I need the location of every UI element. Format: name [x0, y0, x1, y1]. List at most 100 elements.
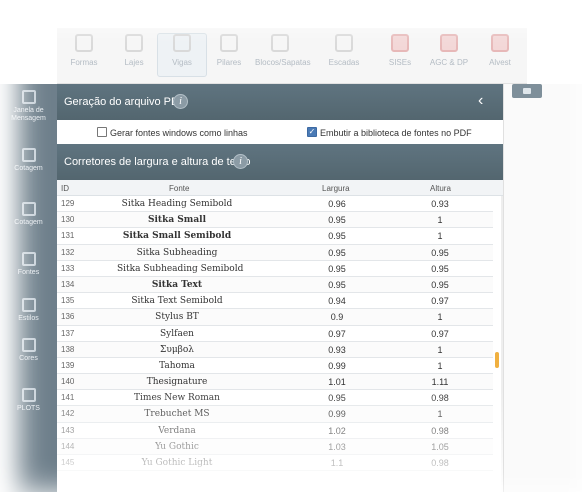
- toolbar-item-alvest[interactable]: Alvest: [475, 34, 525, 67]
- table-row[interactable]: 138 Συμβολ 0.93 1: [57, 341, 493, 358]
- toolbar-item-lajes[interactable]: Lajes: [109, 34, 159, 67]
- scrollbar[interactable]: [501, 196, 503, 492]
- table-row[interactable]: 145 Yu Gothic Light 1.1 0.98: [57, 455, 493, 472]
- cell-height[interactable]: 0.97: [410, 296, 470, 306]
- rail-item-5[interactable]: Cores: [0, 338, 57, 363]
- info-icon[interactable]: i: [233, 154, 248, 169]
- table-row[interactable]: 134 Sitka Text 0.95 0.95: [57, 276, 493, 294]
- cell-width[interactable]: 0.95: [307, 231, 367, 241]
- cell-id: 138: [61, 344, 75, 354]
- cell-width[interactable]: 1.02: [307, 426, 367, 436]
- col-id[interactable]: ID: [61, 184, 69, 193]
- cell-id: 141: [61, 393, 75, 403]
- table-row[interactable]: 142 Trebuchet MS 0.99 1: [57, 406, 493, 423]
- toolbar-item-sises[interactable]: SISEs: [375, 34, 425, 67]
- cell-height[interactable]: 1: [410, 312, 470, 322]
- toolbar-item-formas[interactable]: Formas: [59, 34, 109, 67]
- cell-width[interactable]: 1.01: [307, 377, 367, 387]
- cell-height[interactable]: 0.97: [410, 329, 470, 339]
- cell-width[interactable]: 0.99: [307, 361, 367, 371]
- collapse-icon[interactable]: ‹: [478, 92, 483, 110]
- cell-height[interactable]: 1: [410, 215, 470, 225]
- cell-width[interactable]: 0.96: [307, 199, 367, 209]
- pdf-section-header[interactable]: Geração do arquivo PDF i ‹: [57, 84, 503, 120]
- toolbar-item-label: SISEs: [388, 58, 412, 67]
- info-icon[interactable]: i: [173, 94, 188, 109]
- correctors-section-header[interactable]: Corretores de largura e altura de texto …: [57, 144, 503, 180]
- panel-tab-icon[interactable]: [512, 84, 542, 98]
- cell-id: 129: [61, 199, 75, 208]
- cell-height[interactable]: 0.95: [410, 248, 470, 258]
- toolbar-item-blocos-sapatas[interactable]: Blocos/Sapatas: [255, 34, 311, 67]
- cell-width[interactable]: 0.95: [307, 264, 367, 274]
- cell-width[interactable]: 0.9: [307, 312, 367, 322]
- cell-font: Sitka Subheading: [136, 247, 218, 258]
- cell-font: Sitka Text Semibold: [131, 296, 223, 307]
- table-row[interactable]: 132 Sitka Subheading 0.95 0.95: [57, 244, 493, 261]
- cell-height[interactable]: 0.98: [410, 393, 470, 403]
- cell-height[interactable]: 1: [410, 409, 470, 419]
- cell-height[interactable]: 1: [410, 345, 470, 355]
- table-row[interactable]: 143 Verdana 1.02 0.98: [57, 423, 493, 439]
- table-row[interactable]: 137 Sylfaen 0.97 0.97: [57, 326, 493, 342]
- cell-width[interactable]: 1.03: [307, 442, 367, 452]
- embed-fonts-checkbox-label[interactable]: Embutir a biblioteca de fontes no PDF: [320, 128, 472, 138]
- cell-width[interactable]: 0.94: [307, 296, 367, 306]
- cell-width[interactable]: 1.1: [307, 458, 367, 468]
- cell-font: Sitka Small: [148, 215, 206, 226]
- table-row[interactable]: 131 Sitka Small Semibold 0.95 1: [57, 228, 493, 245]
- cell-font: Yu Gothic Light: [141, 458, 213, 468]
- cell-width[interactable]: 0.95: [307, 248, 367, 258]
- cell-id: 133: [61, 263, 75, 273]
- cell-height[interactable]: 0.98: [410, 426, 470, 436]
- rail-item-label: Cores: [19, 355, 38, 362]
- rail-item-1[interactable]: Cotagem: [0, 148, 57, 173]
- cell-font: Sitka Subheading Semibold: [117, 263, 244, 274]
- table-row[interactable]: 136 Stylus BT 0.9 1: [57, 309, 493, 326]
- table-row[interactable]: 130 Sitka Small 0.95 1: [57, 212, 493, 229]
- col-font[interactable]: Fonte: [169, 184, 189, 193]
- table-row[interactable]: 139 Tahoma 0.99 1: [57, 358, 493, 375]
- embed-fonts-checkbox[interactable]: ✓: [307, 127, 317, 137]
- cell-height[interactable]: 0.98: [410, 458, 470, 468]
- font-corrections-table: 129 Sitka Heading Semibold 0.96 0.93 130 Sitk…: [57, 196, 503, 492]
- cell-width[interactable]: 0.97: [307, 329, 367, 339]
- table-row[interactable]: 144 Yu Gothic 1.03 1.05: [57, 438, 493, 455]
- table-row[interactable]: 129 Sitka Heading Semibold 0.96 0.93: [57, 196, 493, 213]
- table-row[interactable]: 135 Sitka Text Semibold 0.94 0.97: [57, 293, 493, 310]
- lines-checkbox-label[interactable]: Gerar fontes windows como linhas: [110, 128, 248, 138]
- rail-item-6[interactable]: PLOTS: [0, 388, 57, 413]
- toolbar-item-escadas[interactable]: Escadas: [319, 34, 369, 67]
- rail-item-0[interactable]: Janela de Mensagem: [0, 90, 57, 123]
- col-height[interactable]: Altura: [430, 184, 451, 193]
- cell-width[interactable]: 0.95: [307, 215, 367, 225]
- cell-height[interactable]: 1.05: [410, 442, 470, 452]
- cell-height[interactable]: 0.95: [410, 280, 470, 290]
- cell-font: Sitka Small Semibold: [122, 231, 232, 242]
- rail-item-2[interactable]: Cotagem: [0, 202, 57, 227]
- cell-height[interactable]: 0.95: [410, 264, 470, 274]
- toolbar-item-label: AGC & DP: [429, 58, 469, 67]
- cell-height[interactable]: 1: [410, 231, 470, 241]
- table-row[interactable]: 141 Times New Roman 0.95 0.98: [57, 390, 493, 407]
- scrollbar-thumb[interactable]: [495, 352, 499, 368]
- table-row[interactable]: 140 Thesignature 1.01 1.11: [57, 374, 493, 391]
- cell-width[interactable]: 0.93: [307, 345, 367, 355]
- cell-height[interactable]: 0.93: [410, 199, 470, 209]
- rail-item-label: Estilos: [18, 315, 39, 322]
- lines-checkbox[interactable]: [97, 127, 107, 137]
- table-row[interactable]: 133 Sitka Subheading Semibold 0.95 0.95: [57, 261, 493, 277]
- cell-font: Trebuchet MS: [144, 409, 210, 420]
- cell-width[interactable]: 0.95: [307, 393, 367, 403]
- cell-width[interactable]: 0.99: [307, 409, 367, 419]
- toolbar-item-pilares[interactable]: Pilares: [204, 34, 254, 67]
- toolbar-item-agc-dp[interactable]: AGC & DP: [424, 34, 474, 67]
- rail-item-3[interactable]: Fontes: [0, 252, 57, 277]
- col-width[interactable]: Largura: [322, 184, 350, 193]
- cell-id: 136: [61, 312, 75, 322]
- cell-height[interactable]: 1: [410, 361, 470, 371]
- cell-width[interactable]: 0.95: [307, 280, 367, 290]
- cell-height[interactable]: 1.11: [410, 377, 470, 387]
- rail-item-4[interactable]: Estilos: [0, 298, 57, 323]
- toolbar-item-vigas[interactable]: Vigas: [157, 33, 207, 77]
